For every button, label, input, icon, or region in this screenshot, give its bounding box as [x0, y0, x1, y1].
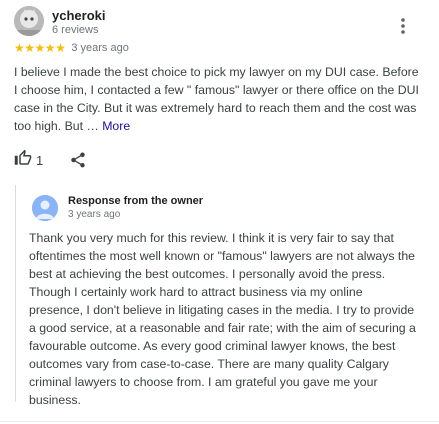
- star-icon: ★: [34, 41, 46, 55]
- more-link[interactable]: More: [102, 119, 130, 133]
- owner-response-title: Response from the owner: [68, 195, 204, 207]
- owner-response-text: Thank you very much for this review. I t…: [29, 231, 416, 407]
- reviewer-name[interactable]: ycheroki: [52, 8, 105, 23]
- divider: [0, 421, 439, 422]
- review-header: ycheroki 6 reviews: [14, 6, 425, 40]
- star-icon: ★: [55, 41, 66, 55]
- star-icon: ★: [24, 41, 35, 55]
- review-text: I believe I made the best choice to pick…: [14, 63, 419, 135]
- more-vert-icon[interactable]: [397, 15, 409, 37]
- review-actions: 1: [14, 149, 134, 172]
- rating-row: ★★★★★ 3 years ago: [14, 41, 129, 55]
- star-icon: ★: [44, 41, 56, 55]
- reviewer-review-count: 6 reviews: [52, 24, 99, 36]
- like-button[interactable]: 1: [14, 149, 44, 172]
- review-time: 3 years ago: [71, 42, 129, 54]
- like-count: 1: [36, 152, 44, 168]
- owner-response-time: 3 years ago: [68, 209, 121, 220]
- owner-response: Response from the owner 3 years ago Than…: [15, 185, 426, 407]
- reviewer-avatar[interactable]: [14, 6, 44, 36]
- star-rating: ★★★★★: [14, 41, 66, 55]
- star-icon: ★: [14, 41, 25, 55]
- review-card: ycheroki 6 reviews ★★★★★ 3 years ago I b…: [0, 0, 439, 424]
- share-icon[interactable]: [69, 151, 87, 169]
- thumbs-up-icon: [14, 149, 32, 172]
- review-body: I believe I made the best choice to pick…: [14, 65, 419, 133]
- person-icon: [32, 195, 58, 221]
